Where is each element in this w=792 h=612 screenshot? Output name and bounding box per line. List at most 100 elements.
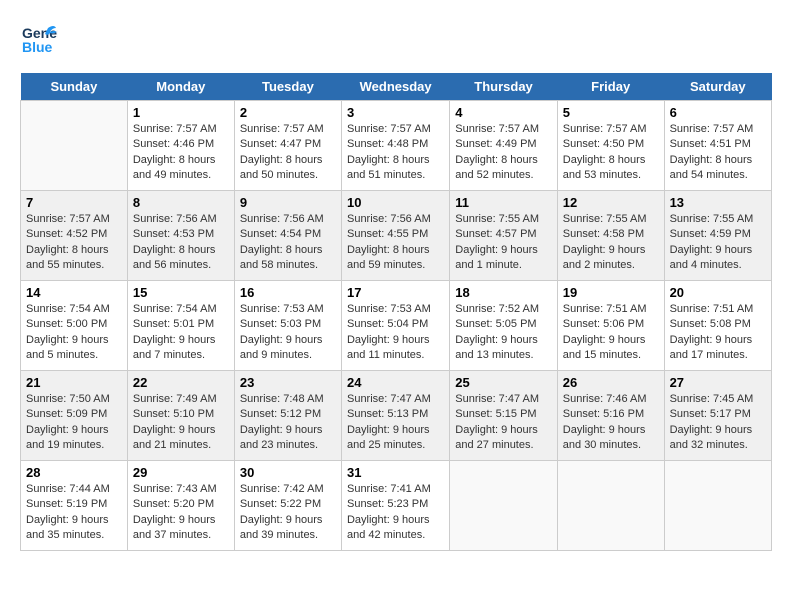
day-number: 24 [347, 375, 444, 390]
day-number: 31 [347, 465, 444, 480]
day-cell-9: 9 Sunrise: 7:56 AM Sunset: 4:54 PM Daylig… [234, 191, 341, 281]
day-info: Sunrise: 7:53 AM Sunset: 5:04 PM Dayligh… [347, 302, 444, 364]
day-info: Sunrise: 7:51 AM Sunset: 5:06 PM Dayligh… [563, 302, 659, 364]
day-number: 4 [455, 105, 552, 120]
day-header-tuesday: Tuesday [234, 73, 341, 101]
day-number: 16 [240, 285, 336, 300]
day-number: 19 [563, 285, 659, 300]
day-info: Sunrise: 7:57 AM Sunset: 4:49 PM Dayligh… [455, 122, 552, 184]
day-cell-6: 6 Sunrise: 7:57 AM Sunset: 4:51 PM Daylig… [664, 101, 771, 191]
empty-cell [664, 461, 771, 551]
day-info: Sunrise: 7:47 AM Sunset: 5:15 PM Dayligh… [455, 392, 552, 454]
day-info: Sunrise: 7:57 AM Sunset: 4:51 PM Dayligh… [670, 122, 766, 184]
empty-cell [21, 101, 128, 191]
day-info: Sunrise: 7:55 AM Sunset: 4:59 PM Dayligh… [670, 212, 766, 274]
day-info: Sunrise: 7:52 AM Sunset: 5:05 PM Dayligh… [455, 302, 552, 364]
day-cell-29: 29 Sunrise: 7:43 AM Sunset: 5:20 PM Dayli… [127, 461, 234, 551]
day-cell-17: 17 Sunrise: 7:53 AM Sunset: 5:04 PM Dayli… [341, 281, 449, 371]
day-cell-25: 25 Sunrise: 7:47 AM Sunset: 5:15 PM Dayli… [450, 371, 558, 461]
day-info: Sunrise: 7:57 AM Sunset: 4:47 PM Dayligh… [240, 122, 336, 184]
day-cell-19: 19 Sunrise: 7:51 AM Sunset: 5:06 PM Dayli… [557, 281, 664, 371]
day-cell-11: 11 Sunrise: 7:55 AM Sunset: 4:57 PM Dayli… [450, 191, 558, 281]
day-number: 15 [133, 285, 229, 300]
empty-cell [557, 461, 664, 551]
day-header-wednesday: Wednesday [341, 73, 449, 101]
day-number: 11 [455, 195, 552, 210]
day-cell-3: 3 Sunrise: 7:57 AM Sunset: 4:48 PM Daylig… [341, 101, 449, 191]
day-info: Sunrise: 7:49 AM Sunset: 5:10 PM Dayligh… [133, 392, 229, 454]
day-cell-16: 16 Sunrise: 7:53 AM Sunset: 5:03 PM Dayli… [234, 281, 341, 371]
day-cell-4: 4 Sunrise: 7:57 AM Sunset: 4:49 PM Daylig… [450, 101, 558, 191]
day-cell-21: 21Sunrise: 7:50 AM Sunset: 5:09 PM Dayli… [21, 371, 128, 461]
day-number: 8 [133, 195, 229, 210]
day-header-saturday: Saturday [664, 73, 771, 101]
day-number: 22 [133, 375, 229, 390]
day-cell-24: 24Sunrise: 7:47 AM Sunset: 5:13 PM Dayli… [341, 371, 449, 461]
day-cell-7: 7 Sunrise: 7:57 AM Sunset: 4:52 PM Daylig… [21, 191, 128, 281]
day-number: 27 [670, 375, 766, 390]
day-info: Sunrise: 7:41 AM Sunset: 5:23 PM Dayligh… [347, 482, 444, 544]
day-cell-15: 15 Sunrise: 7:54 AM Sunset: 5:01 PM Dayli… [127, 281, 234, 371]
week-row-1: 1Sunrise: 7:57 AM Sunset: 4:46 PM Daylig… [21, 101, 772, 191]
day-info: Sunrise: 7:43 AM Sunset: 5:20 PM Dayligh… [133, 482, 229, 544]
day-info: Sunrise: 7:48 AM Sunset: 5:12 PM Dayligh… [240, 392, 336, 454]
day-info: Sunrise: 7:51 AM Sunset: 5:08 PM Dayligh… [670, 302, 766, 364]
day-cell-27: 27 Sunrise: 7:45 AM Sunset: 5:17 PM Dayli… [664, 371, 771, 461]
day-number: 13 [670, 195, 766, 210]
day-cell-18: 18 Sunrise: 7:52 AM Sunset: 5:05 PM Dayli… [450, 281, 558, 371]
day-number: 2 [240, 105, 336, 120]
day-number: 25 [455, 375, 552, 390]
logo: General Blue [20, 20, 58, 63]
page-header: General Blue [20, 20, 772, 63]
day-number: 30 [240, 465, 336, 480]
day-number: 12 [563, 195, 659, 210]
day-cell-26: 26 Sunrise: 7:46 AM Sunset: 5:16 PM Dayli… [557, 371, 664, 461]
day-number: 23 [240, 375, 336, 390]
day-info: Sunrise: 7:54 AM Sunset: 5:00 PM Dayligh… [26, 302, 122, 364]
day-cell-14: 14 Sunrise: 7:54 AM Sunset: 5:00 PM Dayli… [21, 281, 128, 371]
day-number: 3 [347, 105, 444, 120]
day-header-sunday: Sunday [21, 73, 128, 101]
days-header-row: SundayMondayTuesdayWednesdayThursdayFrid… [21, 73, 772, 101]
day-number: 28 [26, 465, 122, 480]
day-info: Sunrise: 7:56 AM Sunset: 4:53 PM Dayligh… [133, 212, 229, 274]
day-info: Sunrise: 7:55 AM Sunset: 4:58 PM Dayligh… [563, 212, 659, 274]
day-info: Sunrise: 7:42 AM Sunset: 5:22 PM Dayligh… [240, 482, 336, 544]
day-number: 17 [347, 285, 444, 300]
calendar-table: SundayMondayTuesdayWednesdayThursdayFrid… [20, 73, 772, 551]
day-info: Sunrise: 7:57 AM Sunset: 4:48 PM Dayligh… [347, 122, 444, 184]
day-info: Sunrise: 7:46 AM Sunset: 5:16 PM Dayligh… [563, 392, 659, 454]
day-cell-30: 30 Sunrise: 7:42 AM Sunset: 5:22 PM Dayli… [234, 461, 341, 551]
day-cell-5: 5 Sunrise: 7:57 AM Sunset: 4:50 PM Daylig… [557, 101, 664, 191]
day-info: Sunrise: 7:53 AM Sunset: 5:03 PM Dayligh… [240, 302, 336, 364]
day-number: 9 [240, 195, 336, 210]
day-info: Sunrise: 7:45 AM Sunset: 5:17 PM Dayligh… [670, 392, 766, 454]
day-number: 29 [133, 465, 229, 480]
day-cell-2: 2 Sunrise: 7:57 AM Sunset: 4:47 PM Daylig… [234, 101, 341, 191]
day-info: Sunrise: 7:56 AM Sunset: 4:54 PM Dayligh… [240, 212, 336, 274]
day-cell-22: 22 Sunrise: 7:49 AM Sunset: 5:10 PM Dayli… [127, 371, 234, 461]
day-number: 14 [26, 285, 122, 300]
page-container: General Blue SundayMondayTuesdayWednesda… [20, 20, 772, 551]
day-number: 26 [563, 375, 659, 390]
week-row-4: 21Sunrise: 7:50 AM Sunset: 5:09 PM Dayli… [21, 371, 772, 461]
day-cell-12: 12 Sunrise: 7:55 AM Sunset: 4:58 PM Dayli… [557, 191, 664, 281]
day-header-friday: Friday [557, 73, 664, 101]
day-number: 6 [670, 105, 766, 120]
day-cell-13: 13 Sunrise: 7:55 AM Sunset: 4:59 PM Dayli… [664, 191, 771, 281]
day-number: 21 [26, 375, 122, 390]
day-info: Sunrise: 7:54 AM Sunset: 5:01 PM Dayligh… [133, 302, 229, 364]
week-row-5: 28Sunrise: 7:44 AM Sunset: 5:19 PM Dayli… [21, 461, 772, 551]
day-number: 5 [563, 105, 659, 120]
svg-text:Blue: Blue [22, 39, 53, 55]
day-info: Sunrise: 7:57 AM Sunset: 4:50 PM Dayligh… [563, 122, 659, 184]
day-info: Sunrise: 7:55 AM Sunset: 4:57 PM Dayligh… [455, 212, 552, 274]
day-cell-8: 8 Sunrise: 7:56 AM Sunset: 4:53 PM Daylig… [127, 191, 234, 281]
day-header-monday: Monday [127, 73, 234, 101]
day-number: 18 [455, 285, 552, 300]
day-number: 7 [26, 195, 122, 210]
day-info: Sunrise: 7:57 AM Sunset: 4:52 PM Dayligh… [26, 212, 122, 274]
day-cell-20: 20Sunrise: 7:51 AM Sunset: 5:08 PM Dayli… [664, 281, 771, 371]
day-number: 10 [347, 195, 444, 210]
day-cell-31: 31 Sunrise: 7:41 AM Sunset: 5:23 PM Dayli… [341, 461, 449, 551]
